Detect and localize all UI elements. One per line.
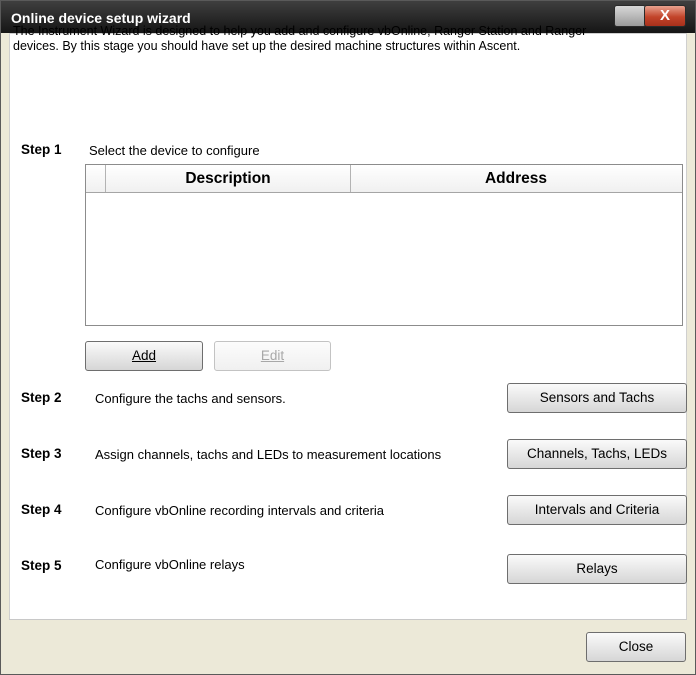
step-2-label: Step 2	[21, 390, 62, 405]
row-selector-column	[86, 165, 106, 192]
caption-buttons: X	[614, 5, 686, 27]
step-2-text: Configure the tachs and sensors.	[95, 391, 286, 406]
wizard-window: Online device setup wizard X The Instrum…	[0, 0, 696, 675]
relays-button[interactable]: Relays	[507, 554, 687, 584]
device-list-header: Description Address	[86, 165, 682, 193]
description-column-header[interactable]: Description	[106, 165, 351, 192]
add-button[interactable]: Add	[85, 341, 203, 371]
step-1-label: Step 1	[21, 142, 62, 157]
channels-tachs-leds-button[interactable]: Channels, Tachs, LEDs	[507, 439, 687, 469]
close-icon: X	[659, 7, 670, 24]
step-3-label: Step 3	[21, 446, 62, 461]
step-5-label: Step 5	[21, 558, 62, 573]
step-4-text: Configure vbOnline recording intervals a…	[95, 503, 385, 518]
address-column-header[interactable]: Address	[351, 165, 681, 192]
step-3-text: Assign channels, tachs and LEDs to measu…	[95, 447, 442, 462]
edit-button[interactable]: Edit	[214, 341, 331, 371]
add-button-label: Add	[131, 348, 157, 363]
step-1-text: Select the device to configure	[89, 143, 260, 158]
sensors-and-tachs-button[interactable]: Sensors and Tachs	[507, 383, 687, 413]
step-5-text: Configure vbOnline relays	[95, 557, 245, 572]
close-window-button[interactable]: X	[644, 5, 686, 27]
step-4-label: Step 4	[21, 502, 62, 517]
intro-text: The Instrument Wizard is designed to hel…	[13, 24, 587, 53]
device-list[interactable]: Description Address	[85, 164, 683, 326]
edit-button-label: Edit	[260, 348, 285, 363]
intervals-and-criteria-button[interactable]: Intervals and Criteria	[507, 495, 687, 525]
close-button[interactable]: Close	[586, 632, 686, 662]
